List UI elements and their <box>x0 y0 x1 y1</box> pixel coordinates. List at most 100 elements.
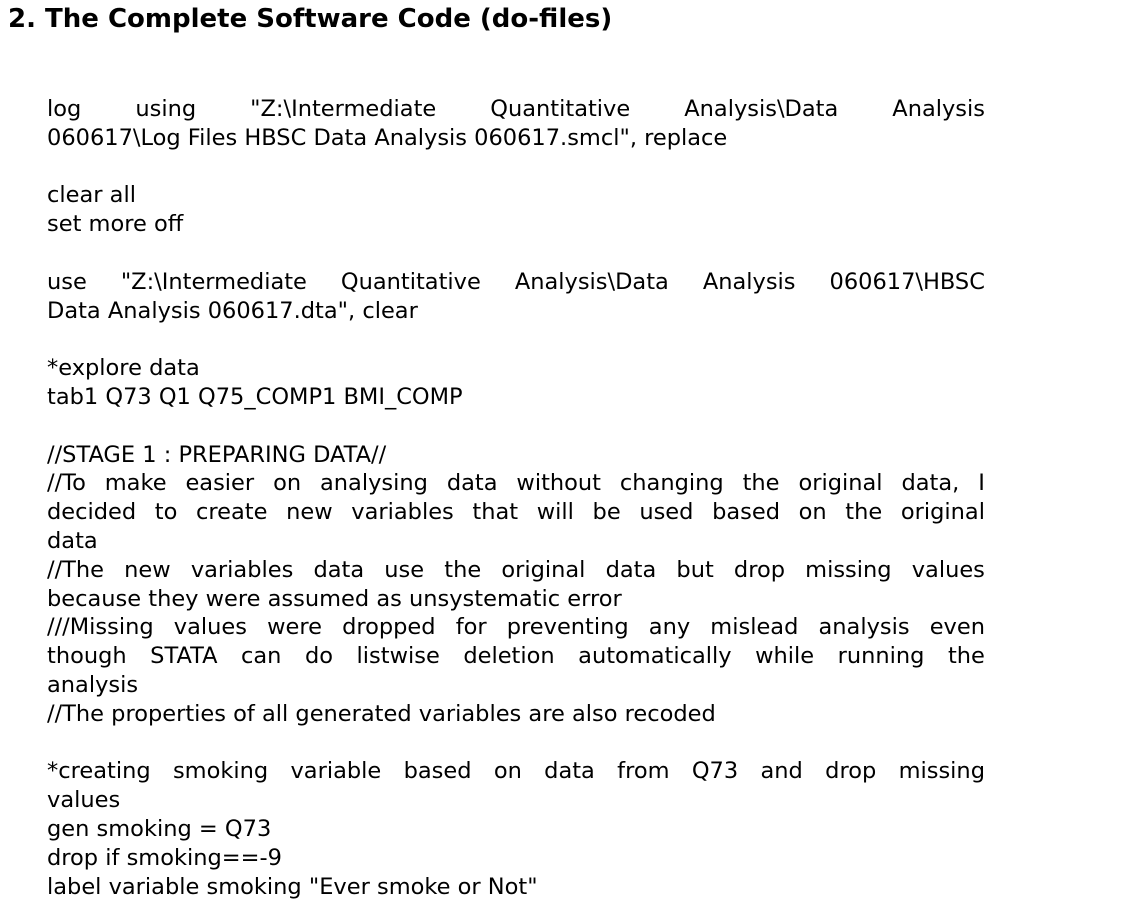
do-file-code: log using "Z:\Intermediate Quantitative Anal… <box>47 95 985 901</box>
code-word: though <box>47 643 127 670</box>
code-line: set more off <box>47 211 184 238</box>
code-line: tab1 Q73 Q1 Q75_COMP1 BMI_COMP <box>47 383 463 410</box>
code-word: that <box>472 499 519 526</box>
code-word: Analysis\Data <box>514 268 669 295</box>
code-word: smoking <box>172 758 269 785</box>
code-word: original <box>501 556 586 583</box>
code-word: based <box>712 499 780 526</box>
code-word: based <box>403 758 472 785</box>
code-word: //The <box>47 556 105 583</box>
code-word: use <box>47 268 87 295</box>
code-word: data <box>605 556 657 583</box>
code-block: *explore data tab1 Q73 Q1 Q75_COMP1 BMI_C… <box>47 354 985 412</box>
code-word: on <box>273 470 302 497</box>
code-word: automatically <box>578 643 732 670</box>
code-block: use "Z:\Intermediate Quantitative Analysis\… <box>47 268 985 326</box>
code-block: *creating smoking variable based on data from Q… <box>47 757 985 901</box>
code-line: values <box>47 787 121 814</box>
code-word: values <box>173 614 247 641</box>
code-word: create <box>196 499 268 526</box>
code-word: will <box>536 499 574 526</box>
code-word: on <box>493 758 522 785</box>
code-word: used <box>639 499 694 526</box>
code-line: use "Z:\Intermediate Quantitative Analysis\… <box>47 268 985 297</box>
code-word: I <box>978 470 985 497</box>
code-word: new <box>124 556 171 583</box>
code-word: any <box>648 614 691 641</box>
code-word: even <box>929 614 985 641</box>
document-page: 2. The Complete Software Code (do-files)… <box>0 0 1123 901</box>
code-word: be <box>592 499 621 526</box>
code-line: //The new variables data use the original data b… <box>47 556 985 585</box>
code-word: Q73 <box>691 758 739 785</box>
code-word: data <box>446 470 498 497</box>
code-line: //STAGE 1 : PREPARING DATA// <box>47 441 387 468</box>
code-line: though STATA can do listwise deletion automati… <box>47 642 985 671</box>
code-line: drop if smoking==-9 <box>47 844 282 871</box>
code-line: *creating smoking variable based on data from Q… <box>47 757 985 786</box>
code-line: //The properties of all generated variab… <box>47 700 716 727</box>
code-word: were <box>267 614 322 641</box>
code-word: on <box>798 499 827 526</box>
code-line: gen smoking = Q73 <box>47 815 272 842</box>
code-word: Analysis <box>892 96 985 122</box>
code-line: decided to create new variables that will be use… <box>47 498 985 527</box>
code-word: can <box>241 643 282 670</box>
code-line: because they were assumed as unsystemati… <box>47 585 622 612</box>
code-word: variables <box>351 499 454 526</box>
code-word: decided <box>47 499 137 526</box>
code-line: //To make easier on analysing data without chan… <box>47 469 985 498</box>
code-word: ///Missing <box>47 614 154 641</box>
code-word: do <box>304 643 334 670</box>
code-word: the <box>947 643 985 670</box>
code-word: data <box>544 758 595 785</box>
code-word: new <box>286 499 333 526</box>
code-line: label variable smoking "Ever smoke or No… <box>47 873 538 900</box>
code-word: without <box>516 470 602 497</box>
code-word: from <box>617 758 670 785</box>
code-word: easier <box>185 470 255 497</box>
code-block: //STAGE 1 : PREPARING DATA////To make easi… <box>47 441 985 729</box>
code-word: drop <box>733 556 786 583</box>
code-word: missing <box>898 758 985 785</box>
code-word: Quantitative <box>490 96 631 122</box>
code-line: analysis <box>47 671 139 698</box>
code-word: analysing <box>320 470 428 497</box>
code-line: data <box>47 527 98 554</box>
code-word: using <box>135 96 197 122</box>
code-word: but <box>676 556 714 583</box>
section-heading: 2. The Complete Software Code (do-files) <box>8 4 613 34</box>
code-word: running <box>837 643 925 670</box>
code-word: analysis <box>818 614 910 641</box>
code-word: drop <box>825 758 877 785</box>
code-word: make <box>104 470 167 497</box>
code-line: ///Missing values were dropped for preventing… <box>47 613 985 642</box>
code-word: "Z:\Intermediate <box>120 268 307 295</box>
code-word: data, <box>901 470 960 497</box>
code-word: preventing <box>506 614 629 641</box>
code-word: dropped <box>342 614 436 641</box>
code-word: values <box>911 556 985 583</box>
code-word: for <box>455 614 487 641</box>
code-word: STATA <box>150 643 218 670</box>
code-line: 060617\Log Files HBSC Data Analysis 0606… <box>47 124 728 151</box>
code-block: clear all set more off <box>47 181 985 239</box>
code-word: missing <box>805 556 892 583</box>
code-word: Analysis <box>702 268 796 295</box>
code-word: the <box>742 470 780 497</box>
code-word: *creating <box>47 758 151 785</box>
code-word: mislead <box>710 614 799 641</box>
code-word: log <box>47 96 82 122</box>
code-line: Data Analysis 060617.dta", clear <box>47 297 418 324</box>
code-word: "Z:\Intermediate <box>250 96 437 122</box>
code-word: the <box>845 499 883 526</box>
code-word: Analysis\Data <box>684 96 839 122</box>
code-word: //To <box>47 470 86 497</box>
code-line: *explore data <box>47 355 200 382</box>
code-word: data <box>313 556 365 583</box>
code-word: 060617\HBSC <box>829 268 985 295</box>
